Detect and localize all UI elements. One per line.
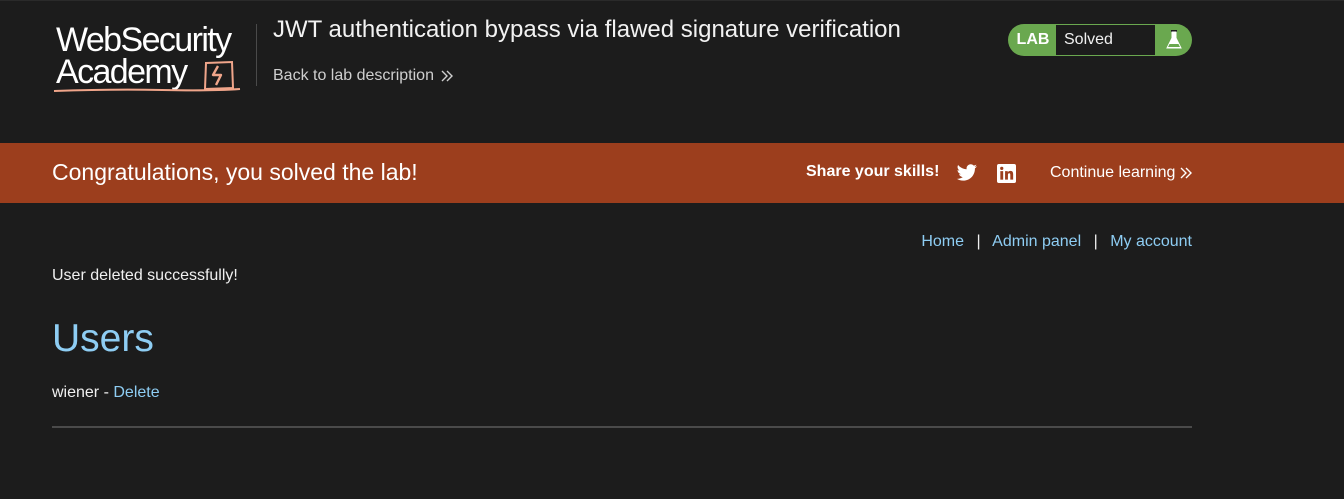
status-message: User deleted successfully! <box>52 267 238 284</box>
top-nav: Home | Admin panel | My account <box>921 233 1192 251</box>
double-chevron-right-icon <box>1180 167 1193 179</box>
lab-header: WebSecurity Academy JWT authentication b… <box>0 0 1344 143</box>
continue-learning-link[interactable]: Continue learning <box>1050 164 1193 182</box>
solved-banner: Congratulations, you solved the lab! Sha… <box>0 143 1344 203</box>
lab-status-state: Solved <box>1056 25 1155 55</box>
logo-line-1: WebSecurity <box>56 21 232 59</box>
flask-icon <box>1155 24 1192 56</box>
logo-line-2: Academy <box>56 53 188 91</box>
lab-title: JWT authentication bypass via flawed sig… <box>273 16 901 43</box>
double-chevron-right-icon <box>441 70 453 82</box>
nav-separator: | <box>1093 233 1098 250</box>
logo-underline-icon <box>53 88 241 92</box>
back-to-lab-description-link[interactable]: Back to lab description <box>273 67 454 85</box>
users-heading: Users <box>52 317 154 360</box>
horizontal-divider <box>52 426 1192 428</box>
header-divider <box>256 24 257 86</box>
twitter-icon[interactable] <box>956 164 978 182</box>
linkedin-icon[interactable] <box>997 164 1016 183</box>
lab-status-widget: LAB Solved <box>1008 24 1192 56</box>
lab-status-label: LAB <box>1016 31 1050 48</box>
user-separator: - <box>103 384 109 401</box>
back-link-label: Back to lab description <box>273 67 434 84</box>
nav-admin-panel-link[interactable]: Admin panel <box>992 233 1081 250</box>
delete-user-link[interactable]: Delete <box>113 384 159 401</box>
continue-learning-label: Continue learning <box>1050 164 1176 181</box>
nav-separator: | <box>976 233 981 250</box>
nav-home-link[interactable]: Home <box>921 233 964 250</box>
web-security-academy-logo[interactable]: WebSecurity Academy <box>52 21 252 95</box>
nav-my-account-link[interactable]: My account <box>1110 233 1192 250</box>
congratulations-message: Congratulations, you solved the lab! <box>52 159 418 185</box>
user-name: wiener <box>52 384 100 401</box>
share-skills-label: Share your skills! <box>806 163 940 180</box>
list-item: wiener - Delete <box>52 384 160 402</box>
